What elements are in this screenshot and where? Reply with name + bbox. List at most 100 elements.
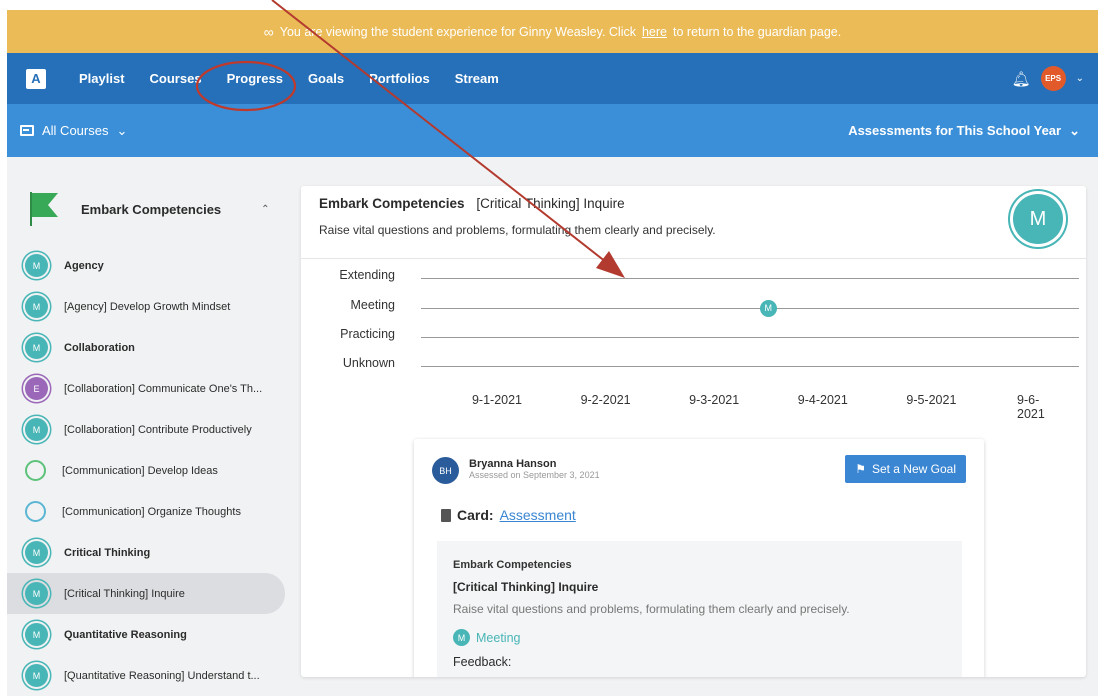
level-row-label: Extending bbox=[339, 268, 395, 282]
flag-icon bbox=[29, 192, 59, 226]
card-header: Embark Competencies [Critical Thinking] … bbox=[301, 186, 1086, 259]
sidebar-item[interactable]: [Communication] Organize Thoughts bbox=[7, 491, 297, 532]
sidebar-item-label: [Agency] Develop Growth Mindset bbox=[64, 300, 231, 313]
app-logo[interactable]: A bbox=[26, 68, 46, 89]
feedback-label: Feedback: bbox=[453, 655, 512, 669]
competency-badge: M bbox=[25, 254, 48, 277]
chevron-down-icon: ⌄ bbox=[1069, 122, 1080, 138]
competency-badge: M bbox=[25, 623, 48, 646]
level-row-line bbox=[421, 308, 1079, 309]
sidebar-item[interactable]: M [Critical Thinking] Inquire bbox=[7, 573, 285, 614]
competency-badge: M bbox=[25, 664, 48, 687]
user-avatar[interactable]: EPS bbox=[1040, 66, 1066, 91]
progress-chart: Extending Meeting Practicing Unknown 9-1-202… bbox=[301, 260, 1086, 421]
level-dot: M bbox=[453, 629, 470, 646]
level-row-line bbox=[421, 278, 1079, 279]
nav-playlist[interactable]: Playlist bbox=[79, 71, 125, 86]
date-tick-label: 9-6-2021 bbox=[1017, 393, 1045, 421]
chevron-down-icon: ⌄ bbox=[116, 122, 128, 138]
assessor-name: Bryanna Hanson bbox=[469, 458, 557, 470]
sidebar-item-label: Agency bbox=[64, 259, 104, 272]
level-badge: M bbox=[1013, 194, 1063, 244]
top-nav: A Playlist Courses Progress Goals Portfo… bbox=[7, 53, 1098, 104]
nav-goals[interactable]: Goals bbox=[308, 71, 344, 86]
card-icon bbox=[441, 508, 451, 522]
sidebar-item[interactable]: M Agency bbox=[7, 245, 297, 286]
sidebar-header[interactable]: Embark Competencies ⌃ bbox=[29, 188, 289, 230]
level-row-label: Meeting bbox=[350, 298, 395, 312]
assessment-detail: Embark Competencies [Critical Thinking] … bbox=[437, 541, 962, 677]
assessment-point[interactable]: M bbox=[759, 299, 777, 317]
courses-icon bbox=[20, 125, 34, 136]
date-tick-label: 9-2-2021 bbox=[580, 393, 631, 407]
card-subtitle: [Critical Thinking] Inquire bbox=[476, 196, 625, 211]
date-tick-label: 9-5-2021 bbox=[906, 393, 957, 407]
sidebar-item-label: Collaboration bbox=[64, 341, 135, 354]
level-row-label: Practicing bbox=[340, 327, 395, 341]
nav-portfolios[interactable]: Portfolios bbox=[369, 71, 430, 86]
sidebar-item[interactable]: E [Collaboration] Communicate One's Th... bbox=[7, 368, 297, 409]
set-new-goal-button[interactable]: ⚑ Set a New Goal bbox=[845, 455, 966, 483]
sidebar-item[interactable]: [Communication] Develop Ideas bbox=[7, 450, 297, 491]
sidebar-item-label: Quantitative Reasoning bbox=[64, 628, 187, 641]
date-tick-label: 9-1-2021 bbox=[471, 393, 523, 407]
sidebar-item[interactable]: M Quantitative Reasoning bbox=[7, 614, 297, 655]
sidebar-item[interactable]: M Collaboration bbox=[7, 327, 297, 368]
sidebar-item-label: Critical Thinking bbox=[64, 546, 151, 559]
card-link-row: Card: Assessment bbox=[441, 507, 576, 523]
all-courses-dropdown[interactable]: All Courses ⌄ bbox=[20, 123, 127, 139]
bell-icon[interactable]: 🔔︎ bbox=[1012, 70, 1031, 88]
competency-card: Embark Competencies [Critical Thinking] … bbox=[301, 186, 1086, 677]
competency-badge: M bbox=[25, 295, 48, 318]
assessor-avatar: BH bbox=[432, 457, 459, 484]
level-label: Meeting bbox=[476, 630, 521, 645]
chevron-up-icon[interactable]: ⌃ bbox=[261, 204, 269, 215]
competency-badge: M bbox=[25, 336, 48, 359]
detail-competency: [Critical Thinking] Inquire bbox=[453, 580, 599, 594]
sidebar-title: Embark Competencies bbox=[81, 201, 222, 217]
nav-progress[interactable]: Progress bbox=[227, 71, 283, 86]
banner-prefix: You are viewing the student experience f… bbox=[279, 24, 636, 39]
competency-badge: M bbox=[25, 582, 48, 605]
sidebar-item[interactable]: M Critical Thinking bbox=[7, 532, 297, 573]
competency-list: M Agency M [Agency] Develop Growth Mindset M… bbox=[7, 245, 297, 696]
sidebar-item[interactable]: M [Agency] Develop Growth Mindset bbox=[7, 286, 297, 327]
sidebar-item-label: [Collaboration] Communicate One's Th... bbox=[64, 382, 263, 395]
sidebar-item-label: [Communication] Organize Thoughts bbox=[62, 505, 241, 518]
sidebar-item[interactable]: M [Collaboration] Contribute Productively bbox=[7, 409, 297, 450]
all-courses-label: All Courses bbox=[42, 123, 109, 138]
sidebar: Embark Competencies ⌃ M Agency M [Agency] D… bbox=[7, 157, 297, 696]
competency-badge: E bbox=[25, 377, 48, 400]
sub-nav: All Courses ⌄ Assessments for This Schoo… bbox=[7, 104, 1098, 157]
banner-here-link[interactable]: here bbox=[642, 25, 667, 39]
guardian-banner: ∞ You are viewing the student experience… bbox=[7, 10, 1098, 53]
date-tick-label: 9-3-2021 bbox=[689, 393, 740, 407]
level-row-label: Unknown bbox=[342, 356, 395, 370]
level-row-line bbox=[421, 366, 1079, 367]
assessment-date: Assessed on September 3, 2021 bbox=[469, 470, 600, 480]
card-label: Card: bbox=[457, 507, 494, 523]
date-tick-label: 9-4-2021 bbox=[797, 393, 848, 407]
competency-badge bbox=[25, 501, 46, 522]
sidebar-item-label: [Quantitative Reasoning] Understand t... bbox=[64, 669, 260, 682]
competency-badge bbox=[25, 460, 46, 481]
sidebar-item[interactable]: M [Quantitative Reasoning] Understand t..… bbox=[7, 655, 297, 696]
detail-group: Embark Competencies bbox=[453, 559, 572, 571]
assessment-link[interactable]: Assessment bbox=[500, 507, 576, 523]
assessment-card: BH Bryanna Hanson Assessed on September … bbox=[414, 439, 984, 677]
assessment-filter-dropdown[interactable]: Assessments for This School Year ⌄ bbox=[848, 123, 1080, 139]
detail-level: M Meeting bbox=[453, 629, 946, 646]
sidebar-item-label: [Communication] Develop Ideas bbox=[62, 464, 218, 477]
flag-icon: ⚑ bbox=[855, 462, 866, 476]
competency-badge: M bbox=[25, 541, 48, 564]
chevron-down-icon[interactable]: ⌄ bbox=[1076, 73, 1084, 84]
detail-description: Raise vital questions and problems, form… bbox=[453, 602, 850, 616]
card-title: Embark Competencies bbox=[319, 196, 465, 211]
nav-stream[interactable]: Stream bbox=[455, 71, 499, 86]
sidebar-item-label: [Collaboration] Contribute Productively bbox=[64, 423, 252, 436]
nav-courses[interactable]: Courses bbox=[150, 71, 202, 86]
app: ∞ You are viewing the student experience… bbox=[7, 10, 1098, 696]
competency-badge: M bbox=[25, 418, 48, 441]
level-row-line bbox=[421, 337, 1079, 338]
goal-button-label: Set a New Goal bbox=[871, 462, 956, 476]
